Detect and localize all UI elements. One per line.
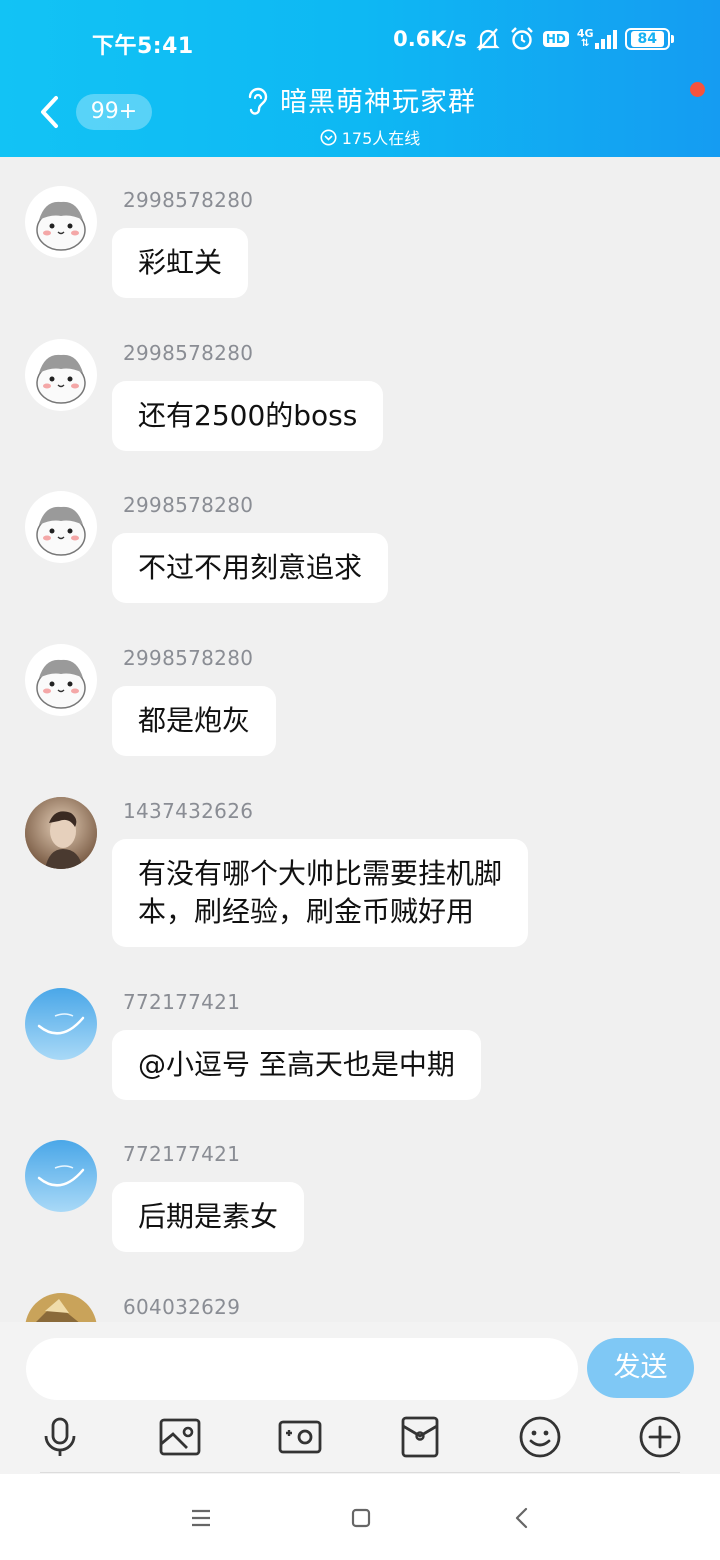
chat-header: 下午5:41 0.6K/s HD 4G ⇅ 84 99+ 暗黑萌神玩家群 175…: [0, 0, 720, 157]
menu-icon[interactable]: [187, 1504, 215, 1532]
hamster-avatar[interactable]: [25, 186, 97, 258]
message-bubble[interactable]: 彩虹关: [112, 228, 249, 298]
message-bubble[interactable]: 还有2500的boss: [112, 381, 384, 451]
image-icon[interactable]: [157, 1414, 203, 1460]
notification-dot: [690, 82, 705, 97]
status-icons: 0.6K/s HD 4G ⇅ 84: [393, 26, 674, 52]
mute-icon: [475, 26, 501, 52]
hamster-avatar[interactable]: [25, 491, 97, 563]
sender-name: 772177421: [123, 990, 241, 1014]
message-bubble[interactable]: 后期是素女: [112, 1182, 305, 1252]
message-bubble[interactable]: 不过不用刻意追求: [112, 533, 389, 603]
microphone-icon[interactable]: [37, 1414, 83, 1460]
system-nav-bar: [0, 1474, 720, 1560]
sender-name: 2998578280: [123, 188, 254, 212]
ear-icon: [248, 87, 268, 115]
sender-name: 2998578280: [123, 341, 254, 365]
sender-name: 2998578280: [123, 646, 254, 670]
message-bubble[interactable]: @小逗号 至高天也是中期: [112, 1030, 481, 1100]
alarm-icon: [509, 26, 535, 52]
battery-icon: 84: [624, 28, 674, 50]
network-speed: 0.6K/s: [393, 27, 467, 51]
message-bubble[interactable]: 都是炮灰: [112, 686, 277, 756]
status-time: 下午5:41: [92, 34, 194, 59]
sender-name: 2998578280: [123, 493, 254, 517]
sender-name: 772177421: [123, 1142, 241, 1166]
sender-name: 604032629: [123, 1295, 241, 1319]
divider: [40, 1472, 680, 1473]
back-icon[interactable]: [508, 1504, 536, 1532]
group-title: 暗黑萌神玩家群: [280, 87, 476, 118]
home-icon[interactable]: [347, 1504, 375, 1532]
online-count: 175人在线: [341, 129, 421, 148]
sky-avatar[interactable]: [25, 988, 97, 1060]
sender-name: 1437432626: [123, 799, 254, 823]
battery-level: 84: [630, 31, 664, 47]
hd-icon: HD: [542, 31, 569, 47]
message-bubble[interactable]: 有没有哪个大帅比需要挂机脚 本，刷经验，刷金币贼好用: [112, 839, 529, 947]
portrait-avatar[interactable]: [25, 797, 97, 869]
online-chevron-icon: [320, 129, 337, 145]
camera-icon[interactable]: [277, 1414, 323, 1460]
hamster-avatar[interactable]: [25, 339, 97, 411]
plus-icon[interactable]: [637, 1414, 683, 1460]
input-area: 发送: [0, 1322, 720, 1474]
hamster-avatar[interactable]: [25, 644, 97, 716]
chat-title-area[interactable]: 暗黑萌神玩家群 175人在线: [0, 80, 720, 149]
red-packet-icon[interactable]: [397, 1414, 443, 1460]
emoji-icon[interactable]: [517, 1414, 563, 1460]
signal-icon: 4G ⇅: [577, 28, 617, 49]
send-button[interactable]: 发送: [587, 1338, 694, 1398]
sky-avatar[interactable]: [25, 1140, 97, 1212]
message-input[interactable]: [26, 1338, 578, 1400]
